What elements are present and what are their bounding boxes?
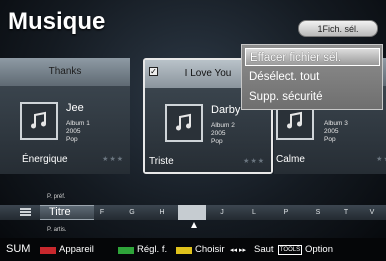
option-label[interactable]: Option bbox=[305, 244, 333, 255]
index-letter-active[interactable] bbox=[178, 205, 206, 220]
position-marker-icon bbox=[191, 222, 197, 228]
selected-count-button[interactable]: 1Fich. sél. bbox=[298, 20, 378, 37]
card-mood: Énergique bbox=[22, 154, 68, 165]
card-album: Album 3 bbox=[324, 120, 348, 127]
sort-prev-label[interactable]: P. préf. bbox=[47, 194, 66, 200]
menu-item-delete-selected[interactable]: Effacer fichier sél. bbox=[245, 48, 380, 66]
yellow-key-icon bbox=[176, 247, 192, 254]
music-note-icon bbox=[165, 104, 203, 142]
card-album: Album 1 bbox=[66, 120, 90, 127]
sort-current[interactable]: Titre bbox=[40, 205, 94, 220]
index-letter[interactable]: S bbox=[304, 205, 332, 220]
card-genre: Pop bbox=[66, 136, 78, 143]
footer-bar: SUM Appareil Régl. f. Choisir ◂◂ ▸▸ Saut… bbox=[0, 238, 386, 261]
card-year: 2005 bbox=[324, 128, 339, 135]
index-letter[interactable]: T bbox=[332, 205, 360, 220]
list-icon bbox=[20, 208, 31, 217]
tools-key-icon: TOOLS bbox=[278, 245, 302, 255]
index-letter[interactable]: V bbox=[358, 205, 386, 220]
card-album: Album 2 bbox=[211, 122, 235, 129]
page-title: Musique bbox=[8, 8, 106, 35]
index-letter[interactable]: F bbox=[88, 205, 116, 220]
index-letter[interactable]: J bbox=[208, 205, 236, 220]
index-letter[interactable]: P bbox=[272, 205, 300, 220]
music-note-icon bbox=[20, 102, 58, 140]
card-title: Thanks bbox=[0, 58, 130, 86]
selected-checkbox[interactable]: ✓ bbox=[149, 67, 158, 76]
card-meta: Album 1 2005 Pop bbox=[66, 120, 90, 144]
appareil-label[interactable]: Appareil bbox=[59, 244, 94, 255]
choisir-label[interactable]: Choisir bbox=[195, 244, 225, 255]
card-meta: Album 3 2005 Pop bbox=[324, 120, 348, 144]
music-card-1[interactable]: Thanks Jee Album 1 2005 Pop Énergique ★★… bbox=[0, 58, 130, 174]
index-letter[interactable]: L bbox=[240, 205, 268, 220]
card-mood: Triste bbox=[149, 156, 174, 167]
menu-item-deselect-all[interactable]: Désélect. tout bbox=[245, 68, 380, 86]
red-key-icon bbox=[40, 247, 56, 254]
menu-item-safe-remove[interactable]: Supp. sécurité bbox=[245, 88, 380, 106]
sum-label: SUM bbox=[6, 243, 31, 255]
sort-next-label[interactable]: P. artis. bbox=[47, 227, 67, 233]
index-letter[interactable]: H bbox=[148, 205, 176, 220]
green-key-icon bbox=[118, 247, 134, 254]
card-year: 2005 bbox=[211, 130, 226, 137]
saut-label[interactable]: Saut bbox=[254, 244, 274, 255]
context-menu: Effacer fichier sél. Désélect. tout Supp… bbox=[241, 44, 383, 110]
card-mood: Calme bbox=[276, 154, 305, 165]
card-meta: Album 2 2005 Pop bbox=[211, 122, 235, 146]
music-browser-screen: Musique 1Fich. sél. Thanks Jee Album 1 2… bbox=[0, 0, 386, 261]
card-genre: Pop bbox=[324, 136, 336, 143]
card-genre: Pop bbox=[211, 138, 223, 145]
card-year: 2005 bbox=[66, 128, 81, 135]
rating-stars: ★★★ bbox=[102, 156, 124, 163]
card-artist: Jee bbox=[66, 102, 84, 114]
index-letter[interactable]: G bbox=[118, 205, 146, 220]
card-artist: Darby bbox=[211, 104, 241, 116]
regl-label[interactable]: Régl. f. bbox=[137, 244, 167, 255]
rating-stars: ★★★ bbox=[376, 156, 386, 163]
rating-stars: ★★★ bbox=[243, 158, 265, 165]
skip-arrows-icon: ◂◂ ▸▸ bbox=[230, 247, 246, 254]
